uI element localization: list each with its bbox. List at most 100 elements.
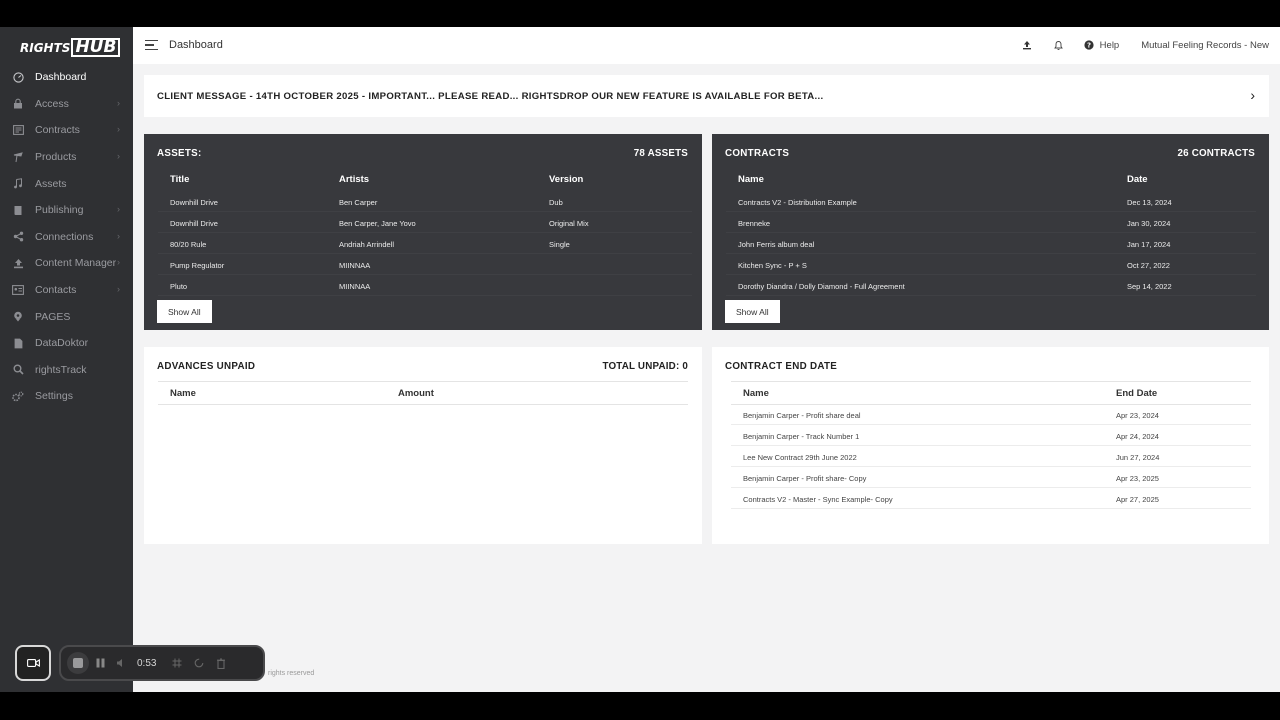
products-icon [11,150,25,164]
table-cell: Pluto [170,282,188,291]
client-message-banner[interactable]: CLIENT MESSAGE - 14TH OCTOBER 2025 - IMP… [144,75,1269,117]
table-cell: Brenneke [738,219,771,228]
sidebar-item-label: Connections [35,230,94,243]
help-link[interactable]: Help [1100,40,1120,51]
sidebar-item-contracts[interactable]: Contracts › [0,117,133,144]
table-cell: Contracts V2 - Master - Sync Example- Co… [743,495,893,504]
sidebar-item-dashboard[interactable]: Dashboard [0,64,133,91]
table-cell: Ben Carper [339,198,378,207]
pin-icon [11,310,25,324]
chevron-right-icon[interactable]: › [1250,87,1255,103]
advances-col-name: Name [170,388,196,399]
mute-icon[interactable] [111,652,133,674]
contact-card-icon [11,283,25,297]
table-cell: Sep 14, 2022 [1127,282,1172,291]
contracts-panel: CONTRACTS 26 CONTRACTS Name Date Contrac… [712,134,1269,330]
table-row[interactable]: Brenneke Jan 30, 2024 [726,212,1256,233]
table-cell: MIINNAA [339,261,371,270]
rightshub-logo[interactable]: RIGHTS HUB [20,37,121,57]
pause-icon[interactable] [89,652,111,674]
table-row[interactable]: Contracts V2 - Master - Sync Example- Co… [731,488,1251,509]
table-row[interactable]: Benjamin Carper - Profit share- Copy Apr … [731,467,1251,488]
account-switcher[interactable]: Mutual Feeling Records - New [1141,40,1269,51]
sidebar-item-datadoktor[interactable]: DataDoktor [0,330,133,357]
sidebar-item-label: Products [35,151,77,164]
sidebar-item-label: Assets [35,177,67,190]
sidebar-item-publishing[interactable]: Publishing › [0,197,133,224]
assets-show-all-button[interactable]: Show All [157,300,212,323]
client-message-text: CLIENT MESSAGE - 14TH OCTOBER 2025 - IMP… [157,91,824,102]
table-cell: Single [549,240,570,249]
table-row[interactable]: Pluto MIINNAA [158,275,692,296]
contracts-col-date: Date [1127,174,1148,185]
sidebar-item-label: Publishing [35,204,84,217]
bell-icon[interactable] [1053,39,1065,51]
sidebar-item-rightstrack[interactable]: rightsTrack [0,357,133,384]
upload-icon[interactable] [1021,39,1033,51]
contracts-show-all-button[interactable]: Show All [725,300,780,323]
cogs-icon [11,389,25,403]
sidebar-item-contacts[interactable]: Contacts › [0,277,133,304]
assets-col-version: Version [549,174,584,185]
sidebar-item-connections[interactable]: Connections › [0,224,133,251]
sidebar-item-pages[interactable]: PAGES [0,303,133,330]
contract-end-col-name: Name [743,388,769,399]
advances-col-amount: Amount [398,388,434,399]
table-cell: Downhill Drive [170,219,218,228]
table-row[interactable]: Benjamin Carper - Profit share deal Apr 2… [731,404,1251,425]
contracts-title: CONTRACTS [725,148,790,159]
table-row[interactable]: Pump Regulator MIINNAA [158,254,692,275]
table-cell: Dub [549,198,563,207]
table-row[interactable]: Kitchen Sync - P + S Oct 27, 2022 [726,254,1256,275]
chevron-right-icon: › [117,230,120,241]
help-icon[interactable]: ? [1083,39,1095,51]
table-cell: Dec 13, 2024 [1127,198,1172,207]
contracts-icon [11,123,25,137]
table-row[interactable]: Downhill Drive Ben Carper, Jane Yovo Origi… [158,212,692,233]
stop-recording-button[interactable] [67,652,89,674]
sidebar-item-products[interactable]: Products › [0,144,133,171]
svg-text:?: ? [1087,41,1091,49]
table-cell: MIINNAA [339,282,371,291]
camera-icon[interactable] [15,645,51,681]
chevron-right-icon: › [117,150,120,161]
table-row[interactable]: John Ferris album deal Jan 17, 2024 [726,233,1256,254]
menu-toggle-icon[interactable] [145,40,158,53]
sidebar-item-assets[interactable]: Assets [0,170,133,197]
sidebar-item-label: Contacts [35,284,77,297]
contracts-col-name: Name [738,174,764,185]
page-title: Dashboard [169,39,223,51]
advances-table-header: Name Amount [158,381,688,405]
chevron-right-icon: › [117,97,120,108]
sidebar-item-label: Content Manager [35,257,117,270]
advances-total: TOTAL UNPAID: 0 [602,361,688,372]
table-row[interactable]: 80/20 Rule Andriah Arrindell Single [158,233,692,254]
table-row[interactable]: Downhill Drive Ben Carper Dub [158,191,692,212]
table-row[interactable]: Dorothy Diandra / Dolly Diamond - Full A… [726,275,1256,296]
contract-end-col-date: End Date [1116,388,1158,399]
table-cell: Jan 17, 2024 [1127,240,1171,249]
book-icon [11,203,25,217]
sidebar-item-content-manager[interactable]: Content Manager › [0,250,133,277]
topbar-actions: ? Help Mutual Feeling Records - New [1021,39,1269,51]
table-row[interactable]: Contracts V2 - Distribution Example Dec 1… [726,191,1256,212]
trash-icon[interactable] [210,652,232,674]
contract-end-table-body: Benjamin Carper - Profit share deal Apr 2… [731,404,1251,509]
table-row[interactable]: Lee New Contract 29th June 2022 Jun 27, 2… [731,446,1251,467]
recording-timer: 0:53 [137,657,157,669]
topbar: Dashboard ? Help Mutual Feeling Records … [133,27,1280,64]
sidebar-item-settings[interactable]: Settings [0,383,133,410]
chevron-right-icon: › [117,257,120,268]
logo-text-hub: HUB [71,38,121,57]
restart-icon[interactable] [188,652,210,674]
table-row[interactable]: Benjamin Carper - Track Number 1 Apr 24, … [731,425,1251,446]
table-cell: Apr 27, 2025 [1116,495,1159,504]
table-cell: Lee New Contract 29th June 2022 [743,453,857,462]
contract-end-table-header: Name End Date [731,381,1251,405]
table-cell: Oct 27, 2022 [1127,261,1170,270]
chevron-right-icon: › [117,283,120,294]
recorder-controls: 0:53 [59,645,265,681]
sidebar-item-access[interactable]: Access › [0,91,133,118]
grid-icon[interactable] [166,652,188,674]
table-cell: Jan 30, 2024 [1127,219,1171,228]
